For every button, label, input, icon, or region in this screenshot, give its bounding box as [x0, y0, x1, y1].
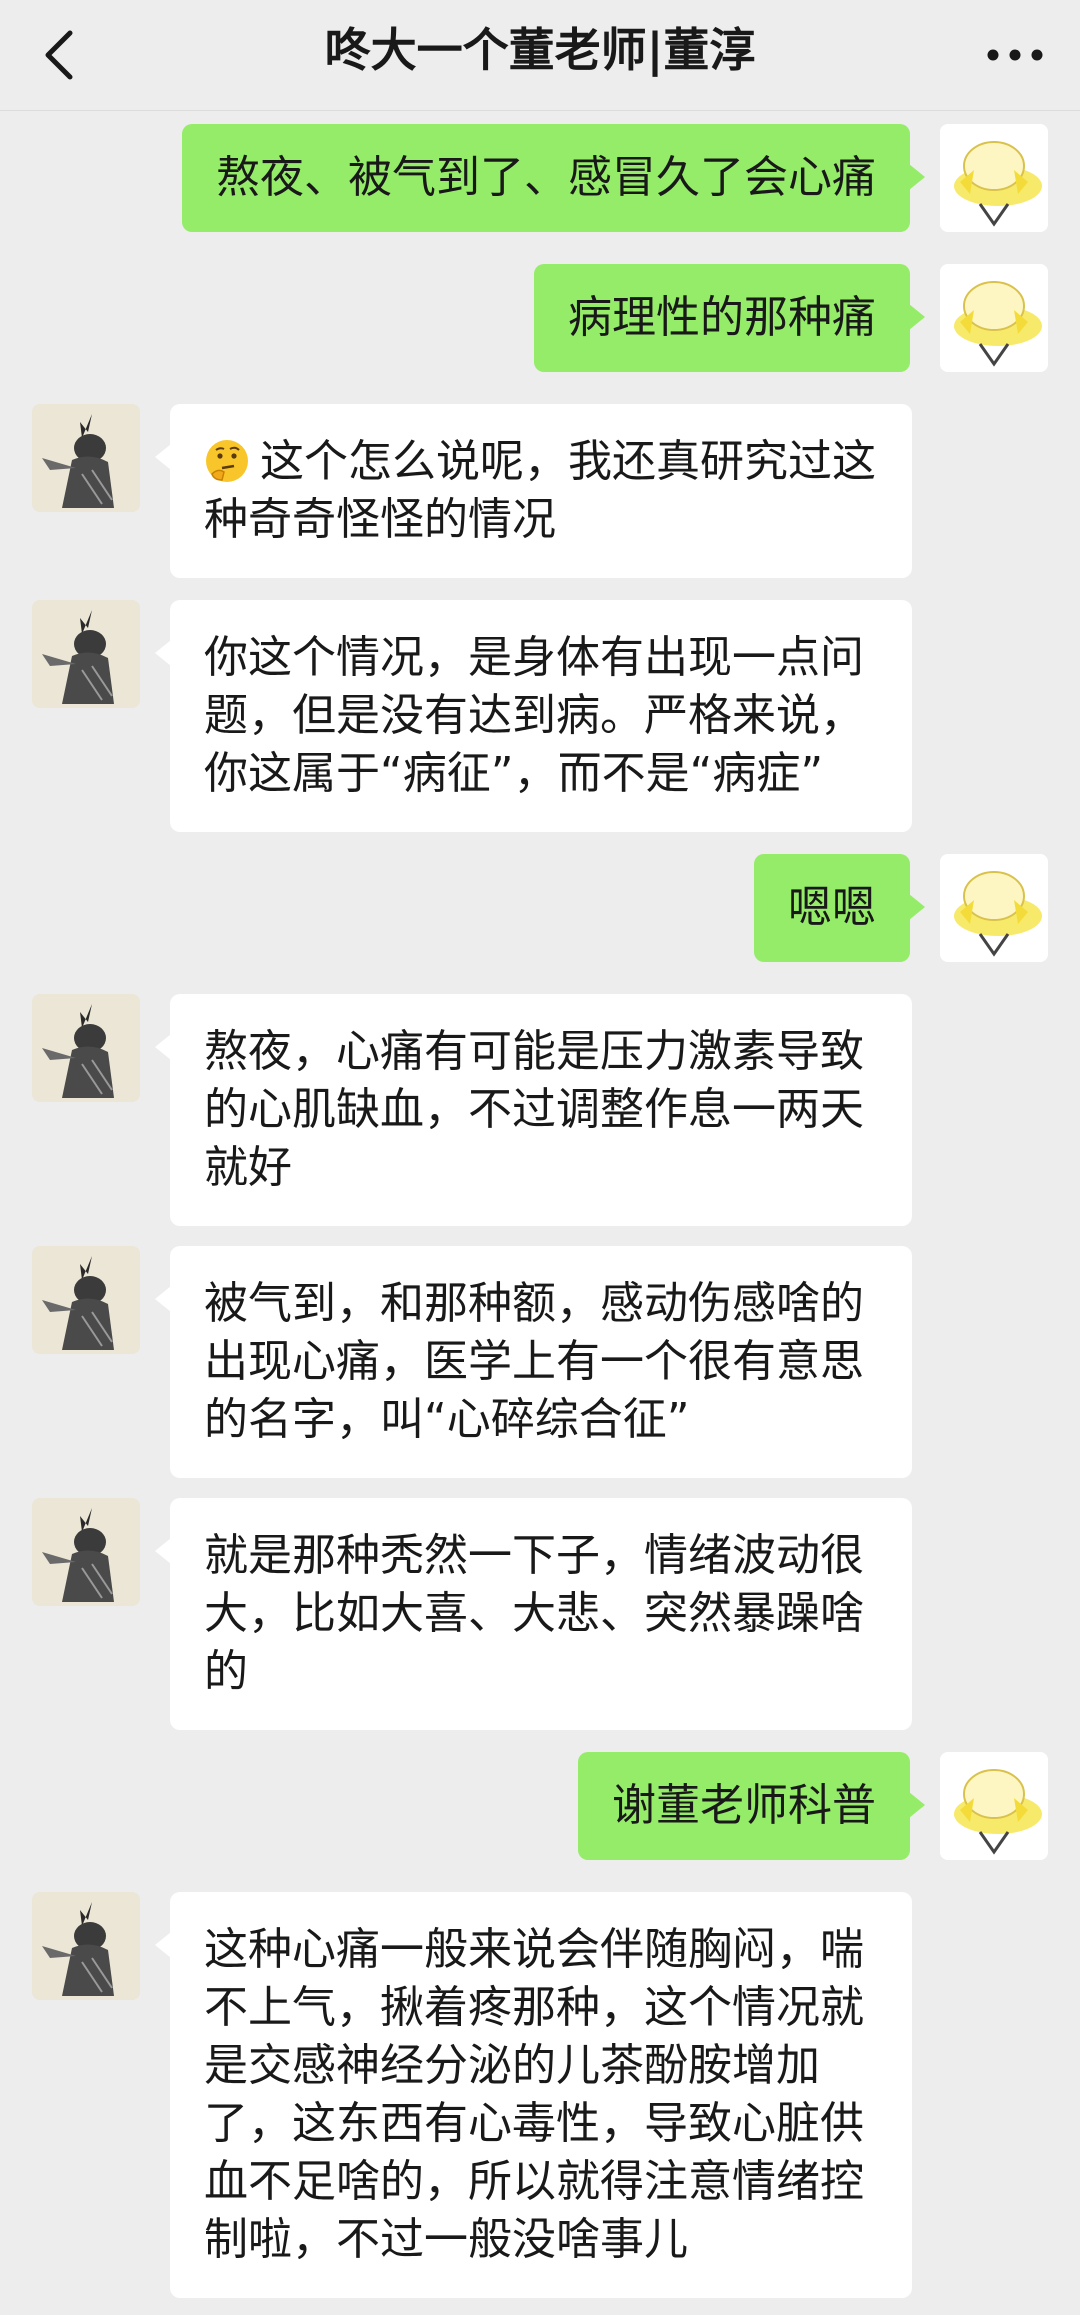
message-text: 就是那种秃然一下子，情绪波动很大，比如大喜、大悲、突然暴躁啥的: [204, 1530, 864, 1697]
message-bubble-outgoing[interactable]: 熬夜、被气到了、感冒久了会心痛: [182, 124, 925, 232]
message-text: 被气到，和那种额，感动伤感啥的出现心痛，医学上有一个很有意思的名字，叫“心碎综合…: [204, 1278, 864, 1445]
contact-avatar[interactable]: [32, 1246, 140, 1354]
bird-figure-avatar-icon: [32, 994, 140, 1102]
message-text: 嗯嗯: [788, 882, 876, 933]
message-bubble-outgoing[interactable]: 谢董老师科普: [578, 1752, 925, 1860]
yellow-chick-avatar-icon: [940, 264, 1048, 372]
my-avatar[interactable]: [940, 854, 1048, 962]
message-bubble-incoming[interactable]: 被气到，和那种额，感动伤感啥的出现心痛，医学上有一个很有意思的名字，叫“心碎综合…: [155, 1246, 912, 1478]
message-bubble-incoming[interactable]: 熬夜，心痛有可能是压力激素导致的心肌缺血，不过调整作息一两天就好: [155, 994, 912, 1226]
back-button[interactable]: [20, 15, 100, 95]
message-bubble-outgoing[interactable]: 嗯嗯: [754, 854, 925, 962]
contact-avatar[interactable]: [32, 1892, 140, 2000]
bird-figure-avatar-icon: [32, 1246, 140, 1354]
more-dots-icon: [987, 49, 1043, 61]
chat-title: 咚大一个董老师|董淳: [324, 23, 756, 77]
chat-header: 咚大一个董老师|董淳: [0, 0, 1080, 111]
yellow-chick-avatar-icon: [940, 124, 1048, 232]
more-button[interactable]: [970, 15, 1060, 95]
message-text: 熬夜、被气到了、感冒久了会心痛: [216, 152, 876, 203]
bird-figure-avatar-icon: [32, 600, 140, 708]
message-text: 谢董老师科普: [612, 1780, 876, 1831]
contact-avatar[interactable]: [32, 994, 140, 1102]
thinking-face-emoji: [206, 440, 248, 482]
contact-avatar[interactable]: [32, 404, 140, 512]
contact-avatar[interactable]: [32, 600, 140, 708]
bird-figure-avatar-icon: [32, 1498, 140, 1606]
message-text: 病理性的那种痛: [568, 292, 876, 343]
my-avatar[interactable]: [940, 1752, 1048, 1860]
contact-avatar[interactable]: [32, 1498, 140, 1606]
my-avatar[interactable]: [940, 264, 1048, 372]
back-chevron-icon: [45, 30, 73, 80]
message-bubble-incoming[interactable]: 这个怎么说呢，我还真研究过这种奇奇怪怪的情况: [155, 404, 912, 578]
message-bubble-outgoing[interactable]: 病理性的那种痛: [534, 264, 925, 372]
message-text: 熬夜，心痛有可能是压力激素导致的心肌缺血，不过调整作息一两天就好: [204, 1026, 864, 1193]
bird-figure-avatar-icon: [32, 1892, 140, 2000]
yellow-chick-avatar-icon: [940, 854, 1048, 962]
my-avatar[interactable]: [940, 124, 1048, 232]
message-text: 你这个情况，是身体有出现一点问题，但是没有达到病。严格来说，你这属于“病征”，而…: [204, 632, 864, 799]
message-bubble-incoming[interactable]: 这种心痛一般来说会伴随胸闷，喘不上气，揪着疼那种，这个情况就是交感神经分泌的儿茶…: [155, 1892, 912, 2298]
message-bubble-incoming[interactable]: 你这个情况，是身体有出现一点问题，但是没有达到病。严格来说，你这属于“病征”，而…: [155, 600, 912, 832]
bird-figure-avatar-icon: [32, 404, 140, 512]
message-bubble-incoming[interactable]: 就是那种秃然一下子，情绪波动很大，比如大喜、大悲、突然暴躁啥的: [155, 1498, 912, 1730]
message-text: 这个怎么说呢，我还真研究过这种奇奇怪怪的情况: [204, 436, 876, 545]
yellow-chick-avatar-icon: [940, 1752, 1048, 1860]
message-text: 这种心痛一般来说会伴随胸闷，喘不上气，揪着疼那种，这个情况就是交感神经分泌的儿茶…: [204, 1924, 864, 2265]
